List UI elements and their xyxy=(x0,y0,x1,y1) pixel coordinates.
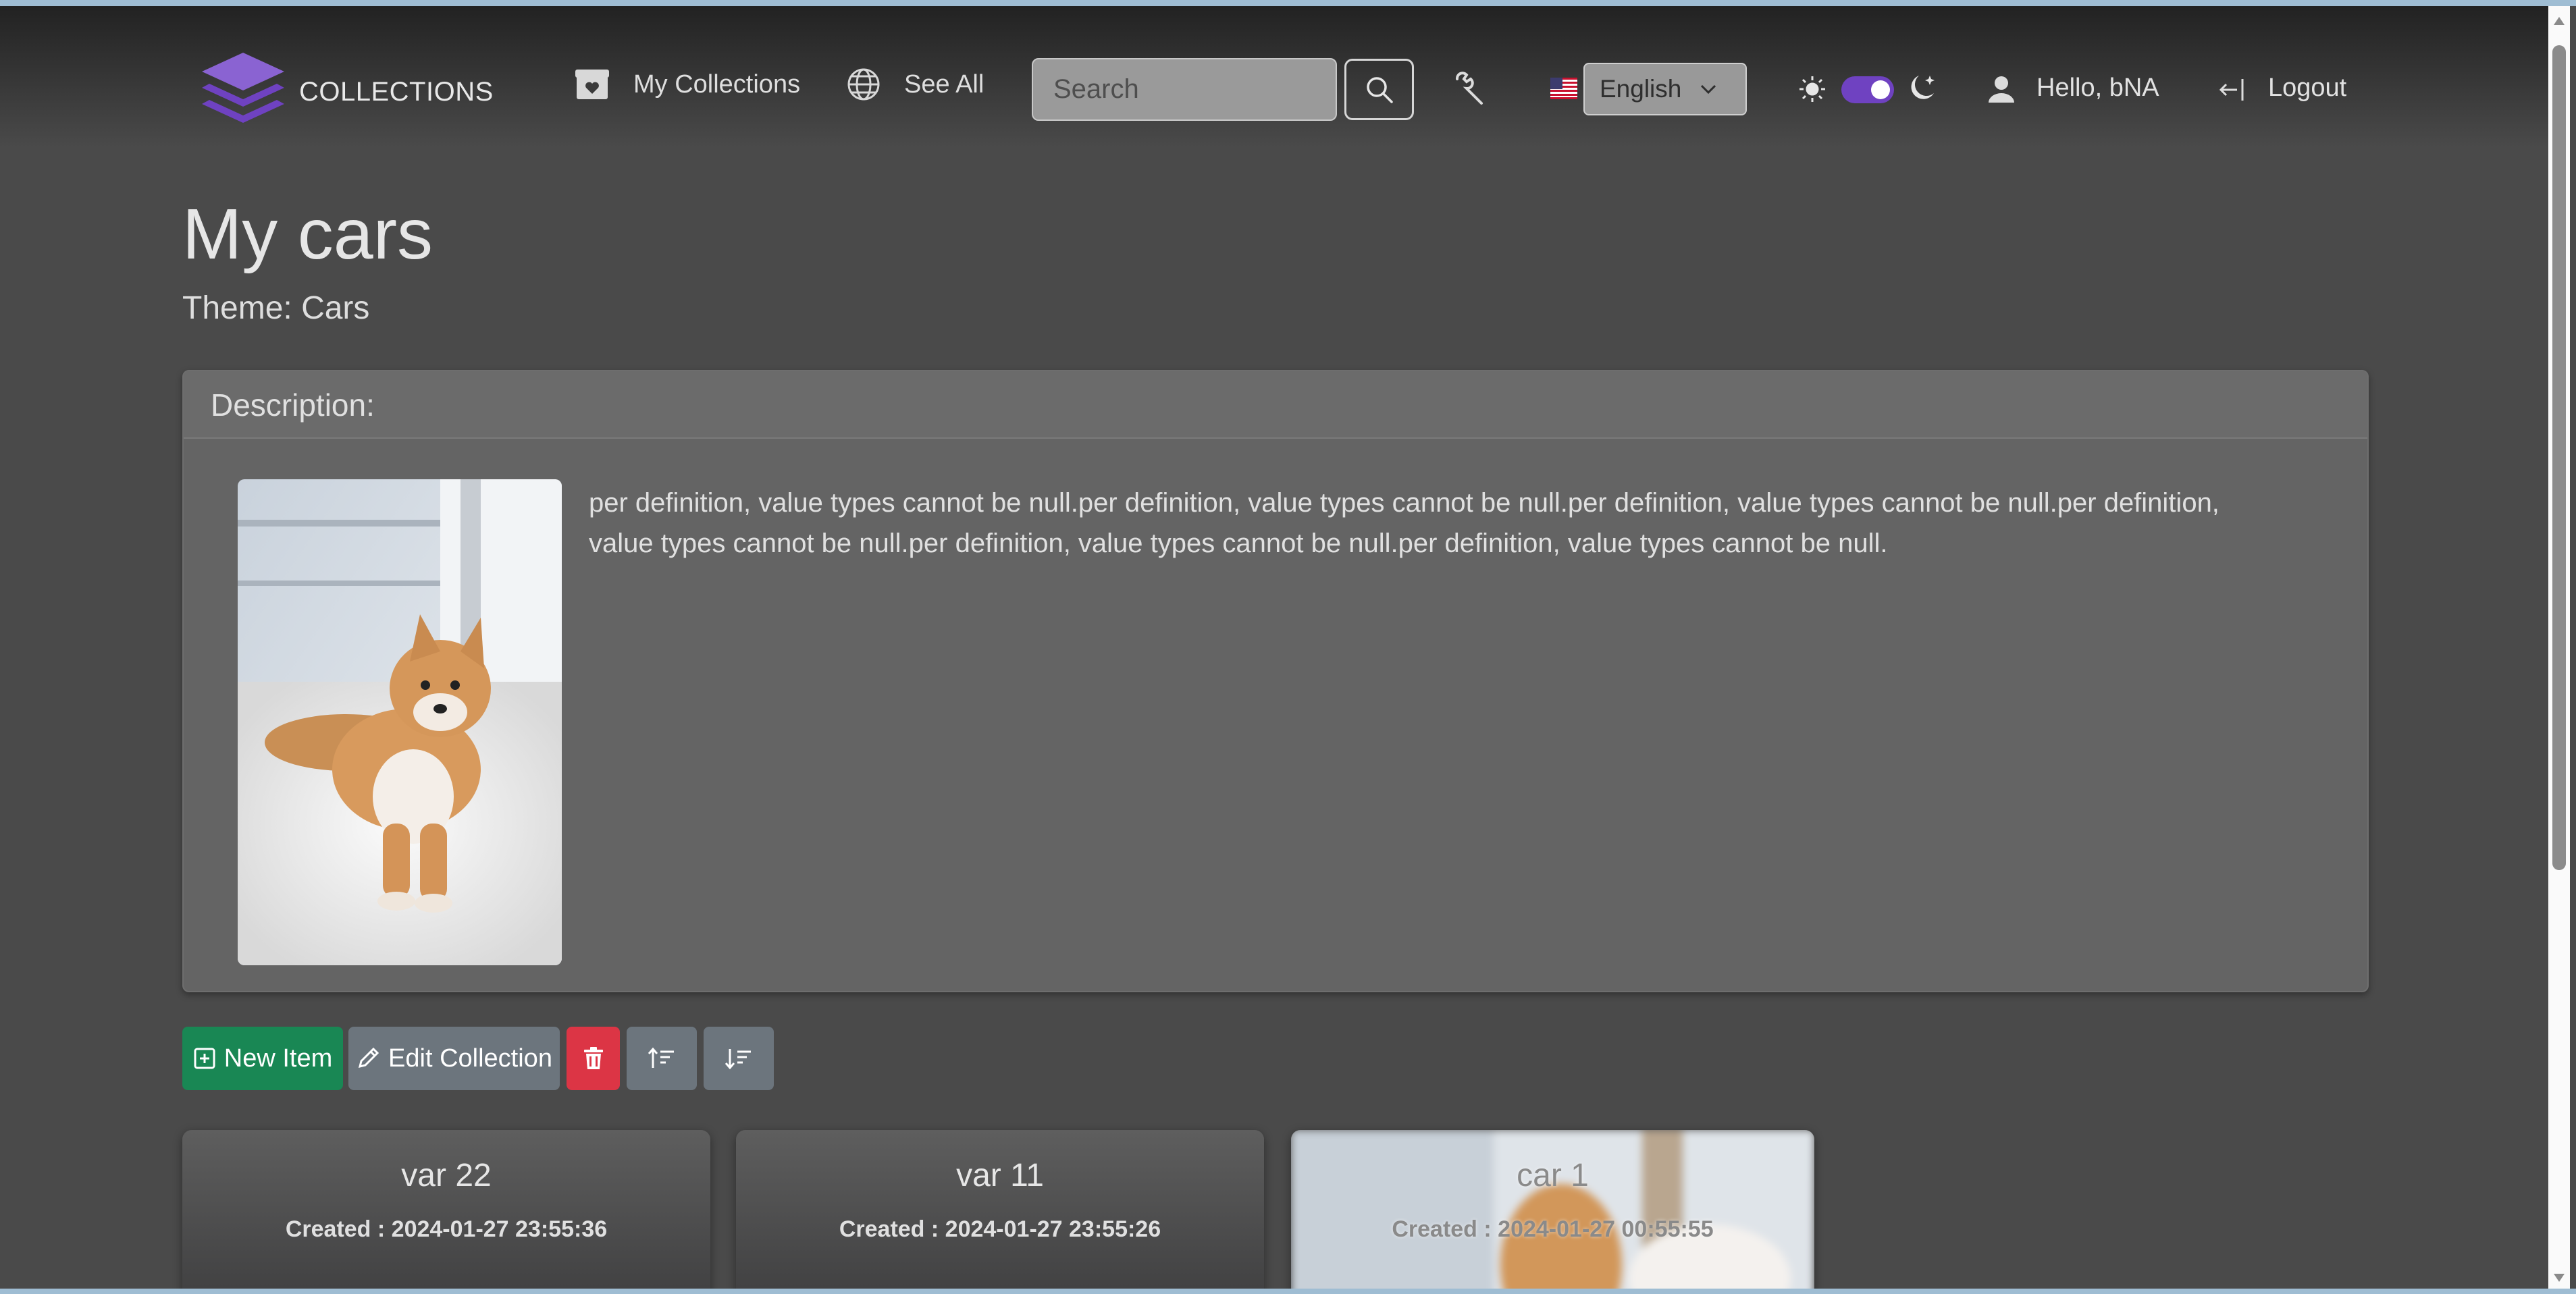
dark-mode-toggle[interactable] xyxy=(1841,76,1894,103)
browser-viewport: COLLECTIONS My Collections See All Searc… xyxy=(0,6,2576,1293)
sort-up-icon xyxy=(648,1047,674,1068)
item-created-date: Created : 2024-01-27 23:55:26 xyxy=(839,1216,1161,1242)
logout-link[interactable]: Logout xyxy=(2268,74,2346,103)
brand-label: COLLECTIONS xyxy=(299,77,494,107)
navbar: COLLECTIONS My Collections See All Searc… xyxy=(0,6,2548,148)
item-created-date: Created : 2024-01-27 00:55:55 xyxy=(1392,1216,1714,1242)
item-created-date: Created : 2024-01-27 23:55:36 xyxy=(285,1216,608,1242)
item-title: car 1 xyxy=(1517,1158,1589,1193)
description-card: Description: per definition, value types… xyxy=(182,370,2369,992)
search-icon xyxy=(1366,76,1393,103)
scrollbar-thumb[interactable] xyxy=(2552,45,2566,870)
edit-collection-button[interactable]: Edit Collection xyxy=(348,1027,560,1090)
item-card[interactable]: var 22 Created : 2024-01-27 23:55:36 xyxy=(182,1130,710,1293)
pencil-icon xyxy=(356,1046,380,1071)
chevron-down-icon xyxy=(1700,84,1716,95)
item-card[interactable]: car 1 Created : 2024-01-27 00:55:55 xyxy=(1291,1130,1814,1293)
language-select[interactable]: English xyxy=(1583,63,1747,115)
user-greeting[interactable]: Hello, bNA xyxy=(2036,74,2159,103)
description-text: per definition, value types cannot be nu… xyxy=(589,488,2219,558)
us-flag-icon xyxy=(1550,78,1577,99)
nav-my-collections[interactable]: My Collections xyxy=(574,67,800,102)
item-background-image xyxy=(1291,1130,1814,1293)
nav-my-collections-label: My Collections xyxy=(633,70,801,99)
window-bottom-border xyxy=(0,1289,2576,1294)
item-title: var 11 xyxy=(956,1158,1044,1193)
nav-see-all-label: See All xyxy=(904,70,984,99)
search-input[interactable] xyxy=(1032,58,1337,121)
box-heart-icon xyxy=(575,70,609,99)
person-icon xyxy=(1987,74,2016,104)
trash-icon xyxy=(583,1047,603,1069)
plus-square-icon xyxy=(193,1047,216,1070)
brand-link[interactable]: COLLECTIONS xyxy=(199,50,494,134)
item-card[interactable]: var 11 Created : 2024-01-27 23:55:26 xyxy=(736,1130,1264,1293)
sun-icon xyxy=(1797,74,1827,104)
sort-down-icon xyxy=(725,1049,751,1070)
new-item-label: New Item xyxy=(224,1044,333,1073)
wrench-icon xyxy=(1456,72,1483,105)
item-title: var 22 xyxy=(401,1158,492,1193)
language-select-value: English xyxy=(1600,75,1682,103)
vertical-scrollbar[interactable] xyxy=(2548,6,2570,1293)
scroll-down-arrow-icon[interactable] xyxy=(2554,1274,2565,1282)
logout-arrow-icon xyxy=(2217,75,2246,105)
globe-icon xyxy=(847,68,880,101)
collection-image xyxy=(238,479,562,965)
admin-tools-link[interactable] xyxy=(1452,71,1490,109)
description-header: Description: xyxy=(184,371,2367,439)
scroll-up-arrow-icon[interactable] xyxy=(2554,17,2565,25)
search-button[interactable] xyxy=(1344,59,1414,120)
sort-ascending-button[interactable] xyxy=(627,1027,697,1090)
sort-descending-button[interactable] xyxy=(704,1027,774,1090)
edit-collection-label: Edit Collection xyxy=(388,1044,552,1073)
new-item-button[interactable]: New Item xyxy=(182,1027,343,1090)
moon-stars-icon xyxy=(1905,72,1939,105)
delete-collection-button[interactable] xyxy=(567,1027,620,1090)
layers-logo-icon xyxy=(202,53,284,123)
window-top-border xyxy=(0,0,2576,6)
page-title: My cars xyxy=(182,194,433,274)
toggle-knob xyxy=(1871,80,1890,99)
collection-theme: Theme: Cars xyxy=(182,290,370,326)
nav-see-all[interactable]: See All xyxy=(846,67,984,102)
